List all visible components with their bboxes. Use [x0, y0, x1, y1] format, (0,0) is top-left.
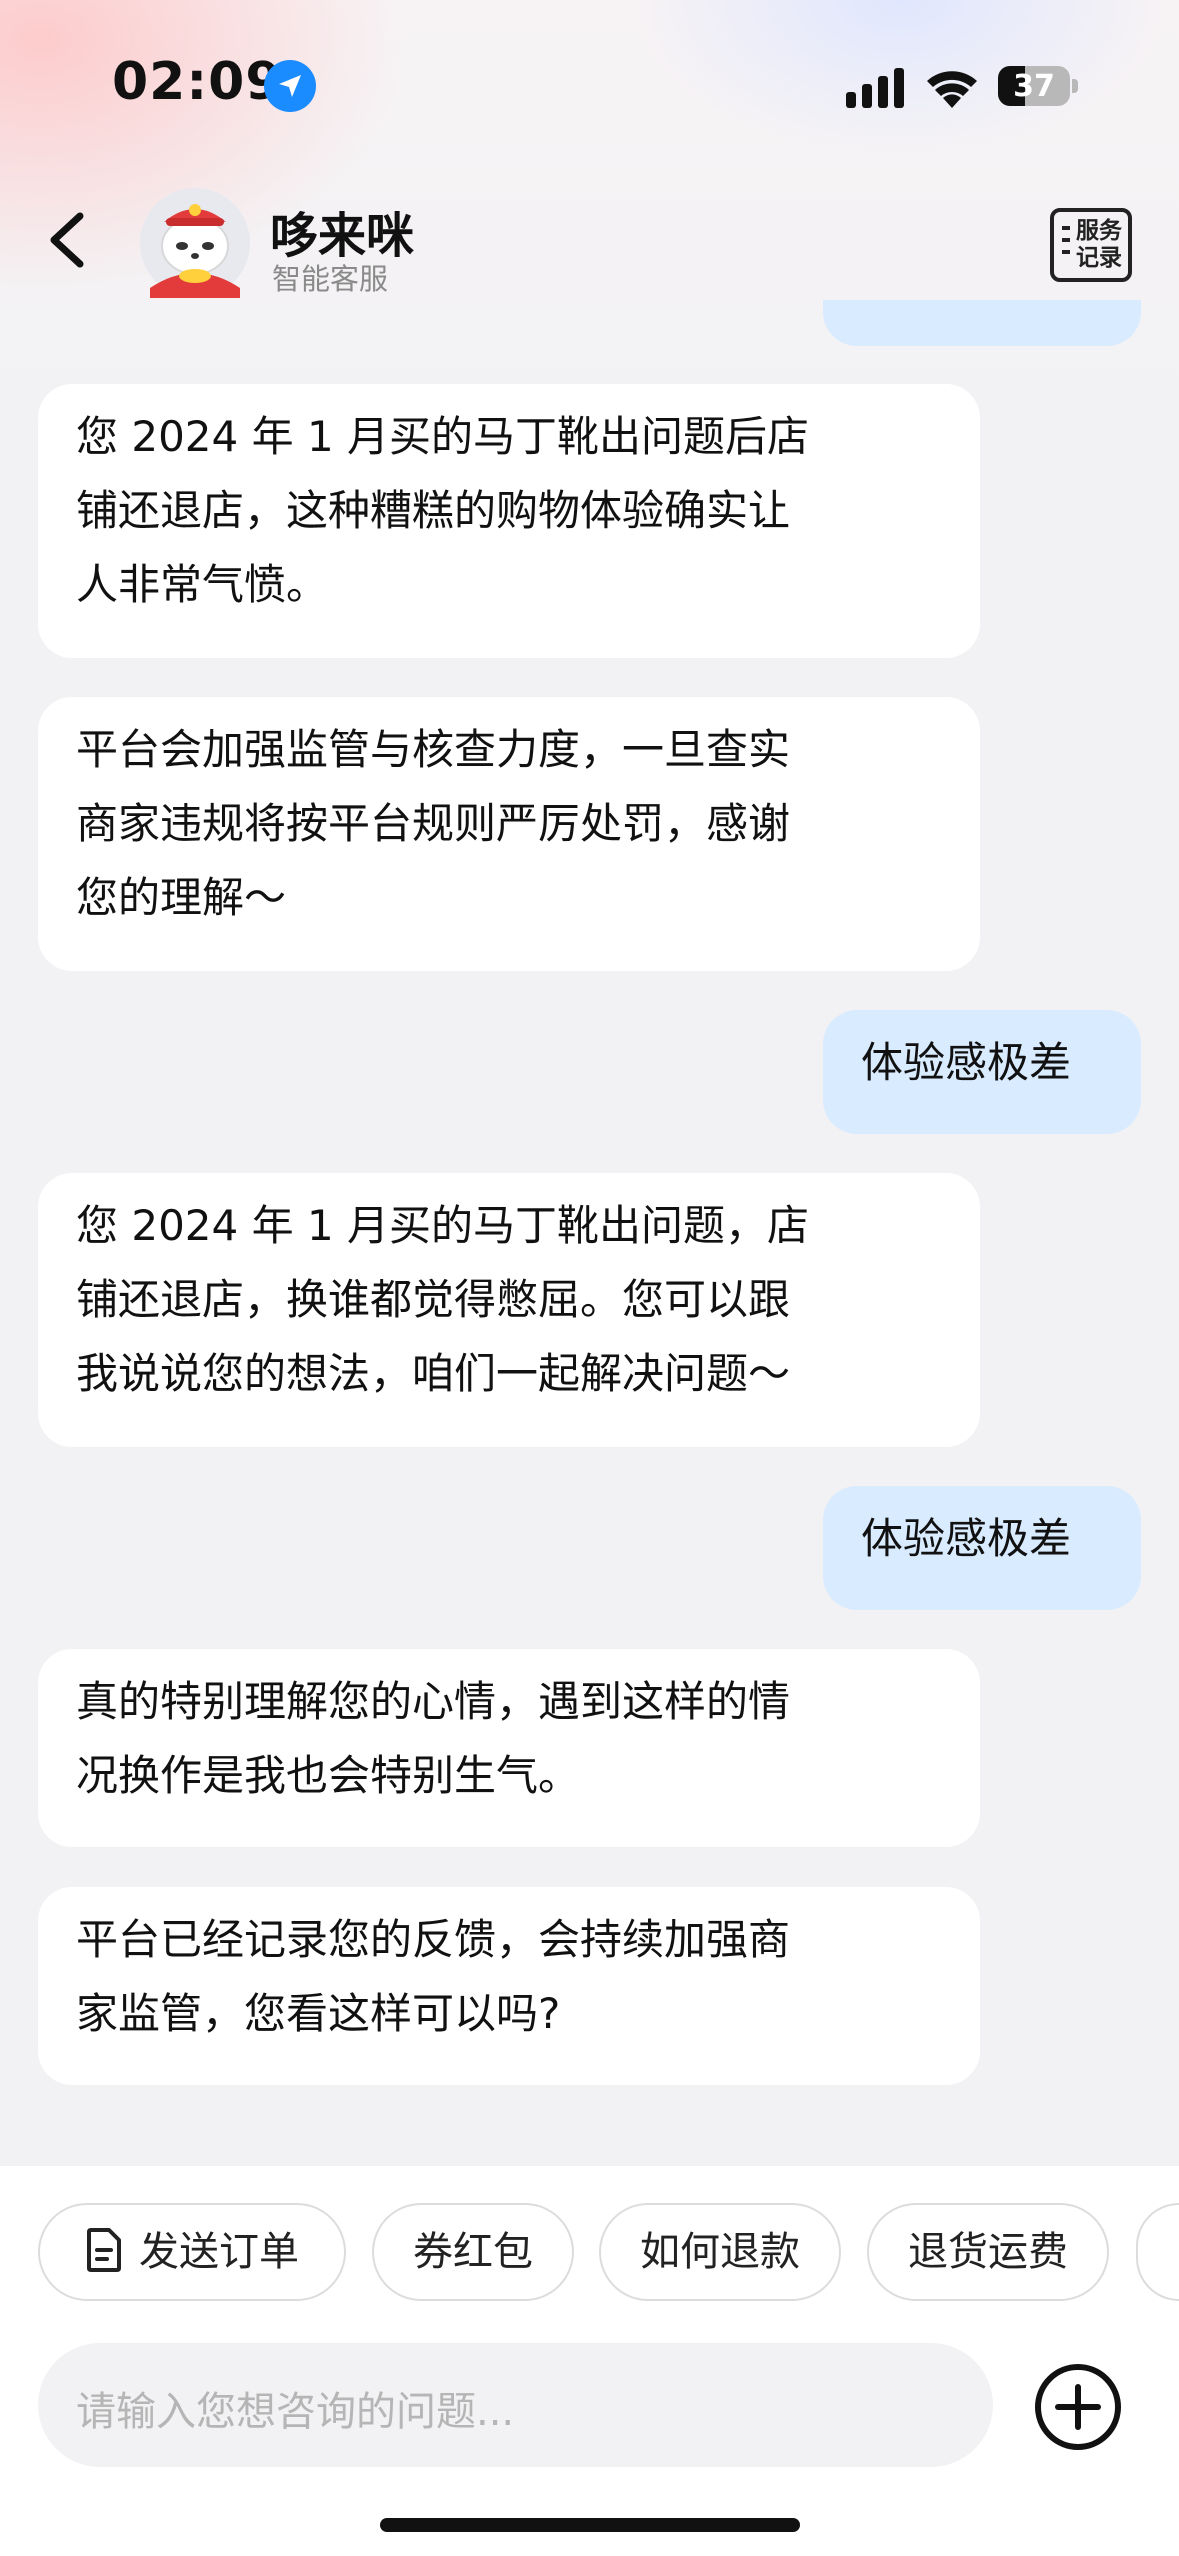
bot-message-bubble: 平台已经记录您的反馈，会持续加强商 家监管，您看这样可以吗? [38, 1887, 980, 2085]
page-subtitle: 智能客服 [272, 262, 389, 296]
document-icon [87, 2228, 121, 2272]
message-line: 家监管，您看这样可以吗? [76, 1989, 561, 2038]
service-record-label-line2: 记录 [1076, 245, 1122, 271]
message-line: 真的特别理解您的心情，遇到这样的情 [76, 1677, 791, 1726]
service-record-button[interactable]: 服务 记录 [1050, 208, 1132, 282]
back-button[interactable] [40, 200, 100, 280]
message-line: 平台已经记录您的反馈，会持续加强商 [76, 1915, 791, 1964]
message-line: 平台会加强监管与核查力度，一旦查实 [76, 725, 791, 774]
status-time: 02:09 [112, 52, 283, 112]
message-text: 体验感极差 [861, 1038, 1072, 1087]
return-shipping-chip[interactable]: 退货运费 [867, 2203, 1109, 2301]
send-order-chip[interactable]: 发送订单 [38, 2203, 346, 2301]
chip-label: 发送订单 [139, 2229, 299, 2275]
bot-message-bubble: 平台会加强监管与核查力度，一旦查实 商家违规将按平台规则严厉处罚，感谢 您的理解… [38, 697, 980, 971]
bot-message-bubble: 真的特别理解您的心情，遇到这样的情 况换作是我也会特别生气。 [38, 1649, 980, 1847]
user-message-bubble: 体验感极差 [823, 1010, 1141, 1134]
location-arrow-icon [264, 60, 316, 112]
battery-icon: 37 [998, 66, 1078, 106]
chip-label: 券红包 [413, 2229, 533, 2275]
message-line: 人非常气愤。 [76, 560, 329, 609]
signal-icon [846, 68, 904, 108]
message-line: 况换作是我也会特别生气。 [76, 1751, 581, 1800]
home-indicator [380, 2518, 800, 2532]
wifi-icon [927, 71, 977, 108]
chip-label: 如何退款 [640, 2229, 800, 2275]
message-line: 您 2024 年 1 月买的马丁靴出问题后店 [76, 412, 810, 461]
message-line: 铺还退店，换谁都觉得憋屈。您可以跟 [76, 1275, 791, 1324]
message-line: 商家违规将按平台规则严厉处罚，感谢 [76, 799, 791, 848]
chip-label: 退货运费 [908, 2229, 1068, 2275]
battery-percentage: 37 [1013, 69, 1055, 104]
message-input[interactable]: 请输入您想咨询的问题... [38, 2343, 993, 2467]
status-bar: 02:09 37 [0, 0, 1179, 175]
input-placeholder: 请输入您想咨询的问题... [76, 2389, 515, 2435]
avatar-mascot[interactable] [140, 188, 250, 298]
service-record-icon [1062, 226, 1070, 262]
refund-howto-chip[interactable]: 如何退款 [599, 2203, 841, 2301]
message-line: 您 2024 年 1 月买的马丁靴出问题，店 [76, 1201, 810, 1250]
message-text: 体验感极差 [861, 1514, 1072, 1563]
message-line: 我说说您的想法，咱们一起解决问题～ [76, 1349, 791, 1398]
back-chevron-icon [50, 212, 84, 268]
coupon-chip[interactable]: 券红包 [372, 2203, 574, 2301]
user-message-bubble: 体验感极差 [823, 1486, 1141, 1610]
plus-circle-icon[interactable] [1034, 2363, 1122, 2451]
bot-message-bubble: 您 2024 年 1 月买的马丁靴出问题，店 铺还退店，换谁都觉得憋屈。您可以跟… [38, 1173, 980, 1447]
user-message-bubble-partial [823, 300, 1141, 346]
bot-message-bubble: 您 2024 年 1 月买的马丁靴出问题后店 铺还退店，这种糟糕的购物体验确实让… [38, 384, 980, 658]
service-record-label-line1: 服务 [1076, 218, 1122, 244]
message-line: 铺还退店，这种糟糕的购物体验确实让 [76, 486, 791, 535]
message-line: 您的理解～ [76, 873, 287, 922]
